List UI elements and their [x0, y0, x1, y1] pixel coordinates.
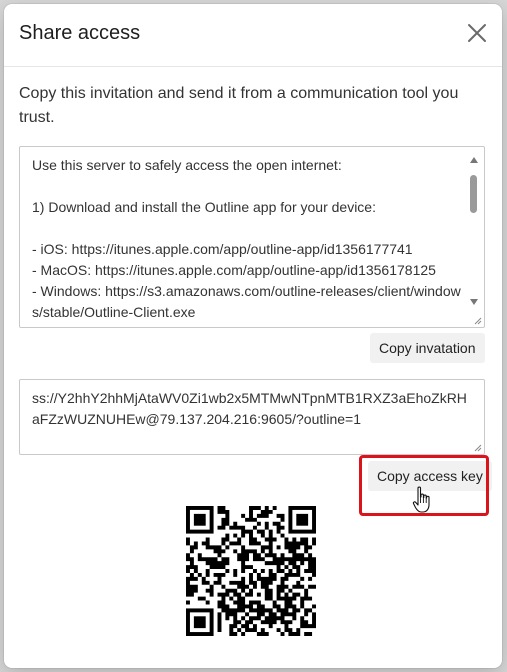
close-icon[interactable] [466, 22, 488, 44]
dialog-header: Share access [4, 4, 502, 67]
access-key-text: ss://Y2hhY2hhMjAtaWV0Zi1wb2x5MTMwNTpnMTB… [32, 390, 467, 427]
resize-grip-icon[interactable] [472, 442, 482, 452]
scroll-up-arrow-icon[interactable] [470, 157, 478, 163]
scroll-down-arrow-icon[interactable] [470, 299, 478, 305]
invitation-textarea[interactable]: Use this server to safely access the ope… [19, 146, 485, 328]
access-key-textarea[interactable]: ss://Y2hhY2hhMjAtaWV0Zi1wb2x5MTMwNTpnMTB… [19, 379, 485, 455]
share-access-dialog: Share access Copy this invitation and se… [4, 4, 502, 668]
dialog-title: Share access [19, 22, 141, 44]
invitation-scrollbar[interactable] [470, 149, 482, 325]
copy-invitation-button[interactable]: Copy invatation [370, 333, 485, 363]
qr-code-icon [186, 506, 316, 636]
resize-grip-icon[interactable] [472, 315, 482, 325]
invitation-text: Use this server to safely access the ope… [32, 157, 461, 320]
dialog-description: Copy this invitation and send it from a … [19, 85, 459, 126]
hand-pointer-icon [412, 486, 430, 513]
scroll-thumb[interactable] [470, 175, 477, 213]
